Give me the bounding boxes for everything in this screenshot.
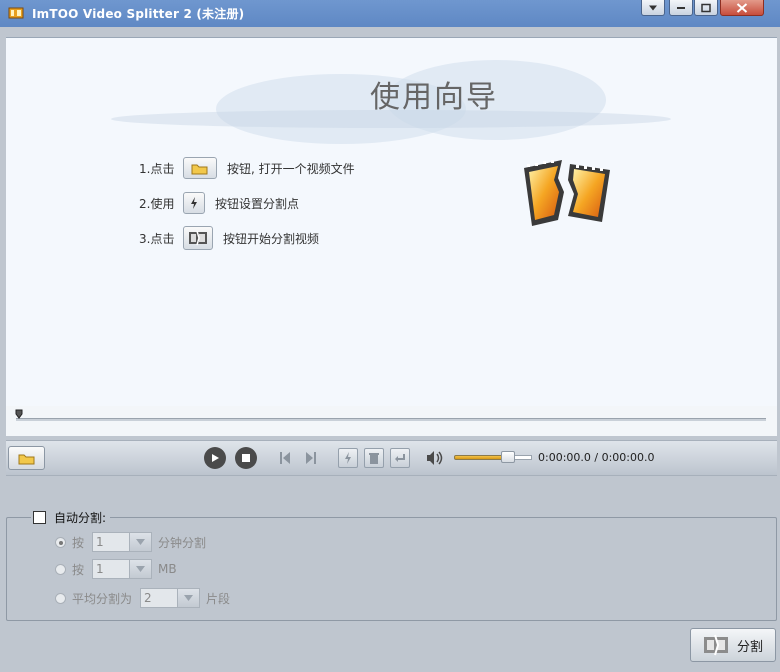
start-split-button[interactable] [183,226,213,250]
mute-button[interactable] [424,449,446,467]
return-button[interactable] [390,448,410,468]
film-split-icon [703,634,728,656]
option-prefix: 按 [72,535,85,550]
minimize-icon [677,6,685,9]
stop-icon [242,454,250,462]
window-title: ImTOO Video Splitter 2 (未注册) [32,7,245,21]
lightning-icon [345,452,351,464]
chevron-down-icon [136,539,146,545]
set-split-point-button[interactable] [338,448,358,468]
combo-value: 1 [96,535,104,549]
option-suffix: MB [158,562,177,576]
radio-by-segments[interactable] [55,592,66,604]
previous-button[interactable] [278,450,292,466]
enter-arrow-icon [395,453,405,462]
guide-step-2: 2.使用 按钮设置分割点 [139,191,299,215]
maximize-icon [701,3,711,12]
auto-split-group: 自动分割: 按 1 分钟分割 按 1 MB 平均分割为 2 片段 [6,509,777,621]
chevron-down-icon [184,595,194,601]
split-button[interactable]: 分割 [690,628,776,662]
option-by-size: 按 1 MB [55,559,177,579]
radio-by-minutes[interactable] [55,536,66,548]
minimize-button[interactable] [669,0,693,16]
menu-dropdown-button[interactable] [641,0,665,16]
time-display: 0:00:00.0 / 0:00:00.0 [538,451,655,464]
auto-split-checkbox[interactable] [33,511,46,524]
auto-split-header: 自动分割: [31,509,111,526]
step-number: 2.使用 [139,196,175,211]
play-icon [212,454,219,462]
app-icon [8,7,24,19]
seek-bar[interactable] [16,418,766,421]
minutes-combo[interactable]: 1 [92,532,153,552]
chevron-down-icon [136,566,146,572]
option-suffix: 分钟分割 [158,535,207,550]
next-button[interactable] [304,450,318,466]
film-split-logo-icon [524,160,610,226]
guide-panel: 使用向导 1.点击 按钮, 打开一个视频文件 2.使用 按钮设置分割点 3.点击… [6,37,777,406]
combo-value: 2 [144,591,152,605]
seek-area [6,406,777,436]
split-point-button[interactable] [183,192,205,214]
step-text: 按钮设置分割点 [215,196,300,211]
play-button[interactable] [204,447,226,469]
delete-split-button[interactable] [364,448,384,468]
close-button[interactable] [720,0,764,16]
step-number: 1.点击 [139,161,175,176]
combo-value: 1 [96,562,104,576]
title-bar: ImTOO Video Splitter 2 (未注册) [0,0,780,27]
folder-icon [18,454,34,464]
radio-by-size[interactable] [55,563,66,575]
speaker-icon [427,451,443,465]
guide-title: 使用向导 [370,80,498,115]
close-icon [736,2,748,13]
option-suffix: 片段 [206,591,231,606]
seek-thumb-icon[interactable] [15,409,23,419]
open-file-button[interactable] [8,446,45,470]
trash-icon [369,452,379,464]
folder-icon [191,164,208,174]
option-by-minutes: 按 1 分钟分割 [55,532,206,552]
film-split-icon [189,230,207,246]
skip-back-icon [280,452,290,464]
guide-step-3: 3.点击 按钮开始分割视频 [139,226,319,250]
step-number: 3.点击 [139,231,175,246]
option-by-segments: 平均分割为 2 片段 [55,588,230,608]
maximize-button[interactable] [694,0,718,16]
option-prefix: 按 [72,562,85,577]
chevron-down-icon [649,5,657,10]
option-prefix: 平均分割为 [72,591,133,606]
guide-step-1: 1.点击 按钮, 打开一个视频文件 [139,156,355,180]
open-file-button[interactable] [183,157,217,179]
auto-split-label: 自动分割: [54,511,107,525]
step-text: 按钮开始分割视频 [223,231,320,246]
segments-combo[interactable]: 2 [140,588,201,608]
volume-knob[interactable] [501,451,515,463]
step-text: 按钮, 打开一个视频文件 [227,161,355,176]
skip-forward-icon [306,452,316,464]
player-toolbar: 0:00:00.0 / 0:00:00.0 [6,440,777,476]
size-combo[interactable]: 1 [92,559,153,579]
stop-button[interactable] [235,447,257,469]
split-button-label: 分割 [736,639,763,655]
lightning-icon [191,197,197,209]
